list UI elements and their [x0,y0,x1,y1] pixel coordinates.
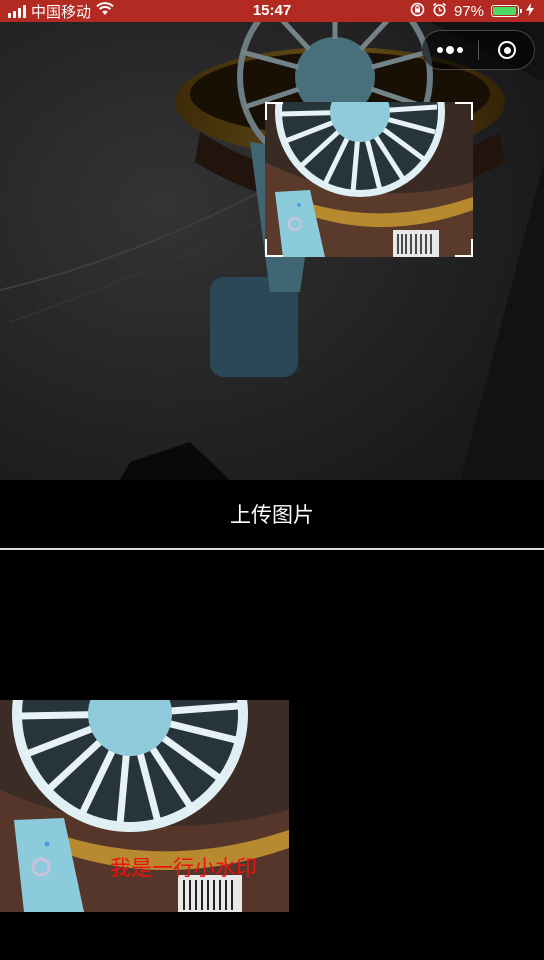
crop-corner-top-right[interactable] [455,102,473,120]
crop-corner-bottom-right[interactable] [455,239,473,257]
more-dots-icon[interactable] [422,31,478,69]
section-divider [0,548,544,550]
crop-corner-top-left[interactable] [265,102,283,120]
alarm-icon [432,2,447,21]
crop-selection-frame[interactable] [265,102,473,257]
rotation-lock-icon [410,2,425,21]
image-crop-area[interactable] [0,22,544,480]
status-bar: 中国移动 15:47 97% [0,0,544,22]
watermark-text: 我是一行小水印 [110,856,257,880]
miniprogram-capsule [421,30,535,70]
battery-icon [491,5,522,17]
cropped-photo [265,102,473,257]
charging-icon [526,2,534,20]
status-right: 97% [410,0,534,22]
battery-fill [493,7,517,15]
upload-image-button[interactable]: 上传图片 [0,480,544,548]
battery-percent: 97% [453,2,484,20]
target-close-icon[interactable] [479,31,535,69]
crop-corner-bottom-left[interactable] [265,239,283,257]
watermarked-result-image: 我是一行小水印 [0,700,289,912]
